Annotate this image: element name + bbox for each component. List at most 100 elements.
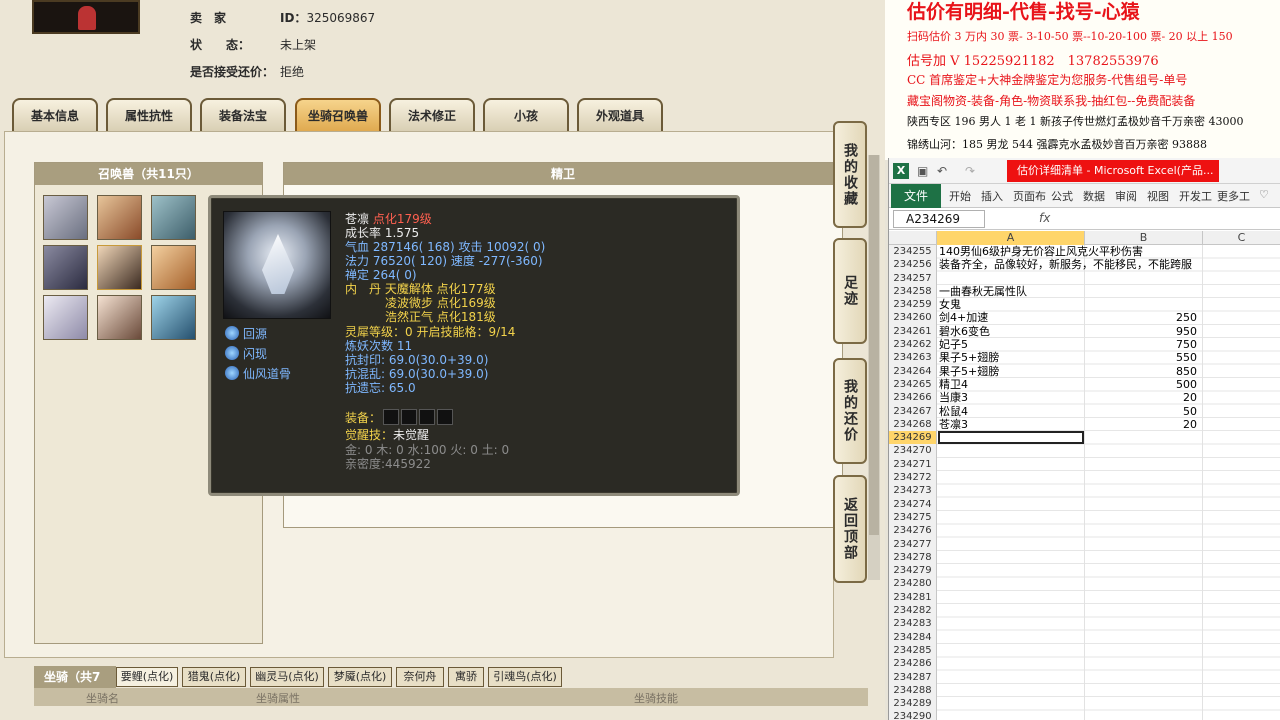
row-number[interactable]: 234265: [889, 377, 937, 392]
cell-a[interactable]: 140男仙6级护身无价容止风克火平秒伤害: [939, 245, 1143, 258]
row-number[interactable]: 234284: [889, 630, 937, 644]
row-number[interactable]: 234285: [889, 643, 937, 658]
back-to-top-button[interactable]: 返回顶部: [833, 475, 867, 583]
row-number[interactable]: 234290: [889, 710, 937, 720]
row-number[interactable]: 234278: [889, 550, 937, 565]
row-number[interactable]: 234268: [889, 417, 937, 432]
row-number[interactable]: 234280: [889, 577, 937, 591]
spreadsheet-grid[interactable]: A B C 234255 140男仙6级护身无价容止风克火平秒伤害 234256 装备…: [889, 231, 1280, 720]
row-number[interactable]: 234255: [889, 245, 937, 259]
row-number[interactable]: 234277: [889, 537, 937, 551]
cell-a[interactable]: 装备齐全，品像较好，新服务，不能移民，不能跨服: [939, 258, 1192, 271]
row-number[interactable]: 234275: [889, 510, 937, 525]
mount-tab[interactable]: 引魂鸟(点化): [488, 667, 562, 687]
cell-b[interactable]: 750: [1085, 338, 1203, 351]
mount-tab[interactable]: 要鲤(点化): [116, 667, 178, 687]
row-number[interactable]: 234272: [889, 471, 937, 485]
fx-icon[interactable]: fx: [1039, 211, 1050, 225]
row-number[interactable]: 234287: [889, 670, 937, 684]
ribbon-tab[interactable]: 页面布: [1013, 188, 1046, 204]
ribbon-tab[interactable]: 视图: [1147, 188, 1169, 204]
tab-basic-info[interactable]: 基本信息: [12, 98, 98, 131]
cell-b[interactable]: 500: [1085, 378, 1203, 391]
pet-thumb-selected[interactable]: [97, 245, 142, 290]
name-box[interactable]: A234269: [893, 210, 985, 228]
row-number[interactable]: 234257: [889, 271, 937, 285]
pet-thumb[interactable]: [151, 195, 196, 240]
row-number[interactable]: 234256: [889, 258, 937, 272]
row-number[interactable]: 234281: [889, 590, 937, 605]
footprint-button[interactable]: 足迹: [833, 238, 867, 344]
my-favorites-button[interactable]: 我的收藏: [833, 121, 867, 228]
tab-attributes[interactable]: 属性抗性: [106, 98, 192, 131]
row-number[interactable]: 234261: [889, 324, 937, 339]
mount-tab[interactable]: 奈何舟: [396, 667, 444, 687]
cell-a[interactable]: 精卫4: [939, 378, 1085, 391]
cell-b[interactable]: 850: [1085, 365, 1203, 378]
mount-tab[interactable]: 幽灵马(点化): [250, 667, 324, 687]
cell-a[interactable]: 妃子5: [939, 338, 1085, 351]
tab-appearance[interactable]: 外观道具: [577, 98, 663, 131]
scrollbar-thumb[interactable]: [869, 155, 879, 535]
row-number[interactable]: 234283: [889, 617, 937, 631]
row-number[interactable]: 234274: [889, 497, 937, 511]
row-number[interactable]: 234273: [889, 484, 937, 498]
column-header-a[interactable]: A: [937, 231, 1085, 245]
ribbon-tab[interactable]: 开始: [949, 188, 971, 204]
file-tab[interactable]: 文件: [891, 184, 941, 208]
pet-thumb[interactable]: [151, 295, 196, 340]
page-scrollbar[interactable]: [868, 155, 880, 580]
pet-thumb[interactable]: [97, 295, 142, 340]
tab-mounts-pets[interactable]: 坐骑召唤兽: [295, 98, 381, 131]
row-number[interactable]: 234260: [889, 311, 937, 325]
cell-b[interactable]: 50: [1085, 405, 1203, 418]
row-number[interactable]: 234262: [889, 338, 937, 352]
row-number[interactable]: 234269: [889, 431, 937, 445]
tab-children[interactable]: 小孩: [483, 98, 569, 131]
undo-icon[interactable]: ↶: [937, 164, 947, 178]
ribbon-tab[interactable]: 审阅: [1115, 188, 1137, 204]
row-number[interactable]: 234258: [889, 284, 937, 299]
cell-a[interactable]: 一曲春秋无属性队: [939, 285, 1085, 298]
cell-a[interactable]: 女鬼: [939, 298, 1085, 311]
row-number[interactable]: 234289: [889, 697, 937, 711]
ribbon-tab[interactable]: 开发工: [1179, 188, 1212, 204]
pet-thumb[interactable]: [43, 245, 88, 290]
cell-b[interactable]: 950: [1085, 325, 1203, 338]
row-number[interactable]: 234267: [889, 404, 937, 418]
row-number[interactable]: 234271: [889, 457, 937, 472]
row-number[interactable]: 234264: [889, 364, 937, 378]
row-number[interactable]: 234270: [889, 444, 937, 458]
ribbon-tab[interactable]: 数据: [1083, 188, 1105, 204]
row-number[interactable]: 234276: [889, 524, 937, 538]
cell-a[interactable]: 果子5+翅膀: [939, 365, 1085, 378]
cell-a[interactable]: 碧水6变色: [939, 325, 1085, 338]
select-all-corner[interactable]: [889, 231, 937, 245]
tab-equipment[interactable]: 装备法宝: [200, 98, 286, 131]
row-number[interactable]: 234266: [889, 391, 937, 405]
active-cell[interactable]: [938, 431, 1084, 445]
row-number[interactable]: 234263: [889, 351, 937, 365]
pet-thumb[interactable]: [97, 195, 142, 240]
row-number[interactable]: 234288: [889, 683, 937, 698]
cell-a[interactable]: 果子5+翅膀: [939, 351, 1085, 364]
mount-tab[interactable]: 梦魇(点化): [328, 667, 392, 687]
save-icon[interactable]: ▣: [917, 164, 928, 178]
cell-a[interactable]: 松鼠4: [939, 405, 1085, 418]
cell-a[interactable]: 当康3: [939, 391, 1085, 404]
redo-icon[interactable]: ↷: [965, 164, 975, 178]
row-number[interactable]: 234286: [889, 657, 937, 671]
ribbon-tab[interactable]: 公式: [1051, 188, 1073, 204]
column-header-b[interactable]: B: [1085, 231, 1203, 245]
ribbon-collapse-icon[interactable]: ♡: [1259, 188, 1269, 201]
my-bargain-button[interactable]: 我的还价: [833, 358, 867, 464]
mount-tab[interactable]: 寓骄: [448, 667, 484, 687]
pet-thumb[interactable]: [43, 295, 88, 340]
column-header-c[interactable]: C: [1203, 231, 1280, 245]
pet-thumb[interactable]: [151, 245, 196, 290]
row-number[interactable]: 234282: [889, 604, 937, 618]
tab-spell-mods[interactable]: 法术修正: [389, 98, 475, 131]
row-number[interactable]: 234279: [889, 564, 937, 578]
cell-a[interactable]: 剑4+加速: [939, 311, 1085, 324]
cell-b[interactable]: 250: [1085, 311, 1203, 324]
